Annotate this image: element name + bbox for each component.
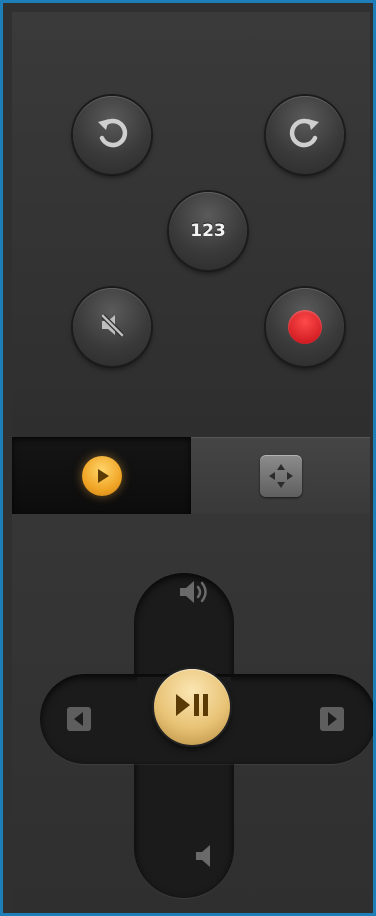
left-button[interactable] [64,706,94,736]
mute-button[interactable] [73,288,151,366]
function-buttons-panel: 123 [12,12,370,437]
right-button[interactable] [317,706,347,736]
rotate-counterclockwise-icon [93,114,131,157]
volume-down-icon [192,841,216,876]
numpad-button[interactable]: 123 [169,192,247,270]
record-button[interactable] [266,288,344,366]
tab-playback[interactable] [12,437,191,514]
play-icon [81,455,122,496]
playback-controls-panel [12,514,373,912]
volume-up-icon [177,577,213,612]
mode-tab-bar [12,437,370,514]
dpad-arrows-icon [259,454,302,497]
mute-icon [93,306,131,349]
tab-navigation[interactable] [191,437,370,514]
volume-down-button[interactable] [190,840,218,876]
numpad-label: 123 [190,221,226,241]
remote-panel: 123 [12,12,373,912]
rotate-clockwise-icon [286,114,324,157]
skip-forward-button[interactable] [266,96,344,174]
play-pause-icon [172,690,212,725]
record-icon [288,310,322,344]
play-pause-button[interactable] [154,669,230,745]
arrow-left-icon [66,706,92,737]
remote-window: 123 [0,0,376,916]
volume-up-button[interactable] [177,576,213,612]
arrow-right-icon [319,706,345,737]
replay-button[interactable] [73,96,151,174]
